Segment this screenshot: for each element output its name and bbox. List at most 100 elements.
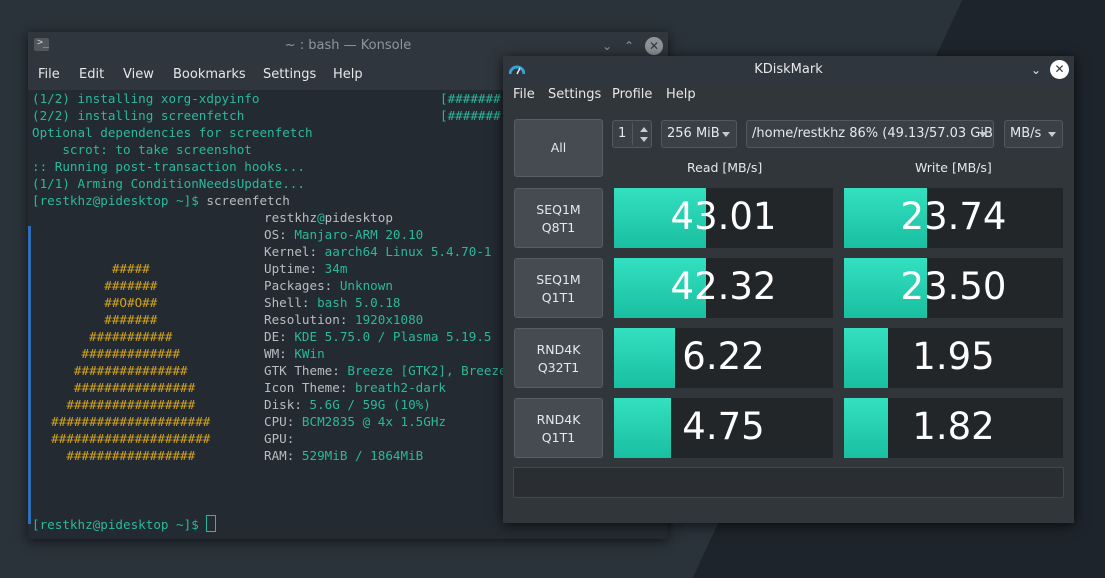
menu-profile[interactable]: Profile <box>612 87 652 102</box>
menu-help[interactable]: Help <box>333 67 363 82</box>
logo-line: ################ <box>36 380 196 395</box>
test-name: RND4K <box>536 412 581 427</box>
info-value: breath2-dark <box>355 380 446 395</box>
all-button[interactable]: All <box>514 119 603 177</box>
terminal-line: (1/2) installing xorg-xdpyinfo <box>32 91 260 106</box>
menu-help[interactable]: Help <box>666 87 696 102</box>
info-key: Disk: <box>264 397 310 412</box>
spin-up-icon[interactable] <box>640 127 648 132</box>
close-icon[interactable]: ✕ <box>1050 60 1069 79</box>
test-button[interactable]: SEQ1M Q1T1 <box>514 258 603 318</box>
info-value: 529MiB / 1864MiB <box>301 448 424 463</box>
runs-spinbox[interactable]: 1 <box>612 120 652 148</box>
status-bar <box>513 467 1064 498</box>
info-value: bash 5.0.18 <box>317 295 401 310</box>
info-line: Uptime: 34m <box>264 260 347 277</box>
kdiskmark-titlebar[interactable]: KDiskMark ⌄ ✕ <box>503 56 1074 84</box>
command: screenfetch <box>206 193 290 208</box>
write-header: Write [MB/s] <box>915 160 992 175</box>
info-key: Kernel: <box>264 244 325 259</box>
close-icon[interactable]: ✕ <box>645 37 663 55</box>
info-key: OS: <box>264 227 295 242</box>
test-button[interactable]: RND4K Q32T1 <box>514 328 603 388</box>
write-speed-value: 1.82 <box>912 405 995 448</box>
kdiskmark-menubar: File Settings Profile Help <box>503 84 1074 108</box>
info-line: Resolution: 1920x1080 <box>264 311 423 328</box>
info-key: Shell: <box>264 295 318 310</box>
menu-view[interactable]: View <box>123 67 154 82</box>
spin-separator <box>632 123 633 145</box>
info-line: Packages: Unknown <box>264 277 393 294</box>
terminal-progress: [####### <box>440 91 501 106</box>
test-name: SEQ1M <box>536 202 581 217</box>
prompt: [restkhz@pidesktop ~]$ <box>32 193 207 208</box>
runs-value: 1 <box>618 126 627 141</box>
read-speed-value: 42.32 <box>670 265 777 308</box>
maximize-icon[interactable]: ⌃ <box>620 37 638 55</box>
read-speed-value: 43.01 <box>670 195 777 238</box>
logo-line: ################# <box>36 448 196 463</box>
info-key: Uptime: <box>264 261 325 276</box>
write-speed-value: 23.50 <box>900 265 1007 308</box>
host-name: pidesktop <box>324 210 393 225</box>
logo-line: ####### <box>36 312 158 327</box>
info-line: Icon Theme: breath2-dark <box>264 379 446 396</box>
test-params: Q1T1 <box>541 430 576 445</box>
unit-value: MB/s <box>1010 126 1042 141</box>
unit-select[interactable]: MB/s <box>1004 120 1063 148</box>
read-result-cell: 4.75 <box>614 398 833 458</box>
info-value: KDE 5.75.0 / Plasma 5.19.5 <box>294 329 492 344</box>
write-result-cell: 23.74 <box>844 188 1063 248</box>
menu-settings[interactable]: Settings <box>263 67 316 82</box>
read-result-cell: 6.22 <box>614 328 833 388</box>
info-value: Manjaro-ARM 20.10 <box>294 227 424 242</box>
user-host: restkhz@pidesktop <box>264 209 393 226</box>
test-button[interactable]: SEQ1M Q8T1 <box>514 188 603 248</box>
terminal-prompt-line: [restkhz@pidesktop ~]$ <box>32 515 217 533</box>
test-name: RND4K <box>536 342 581 357</box>
test-params: Q8T1 <box>541 220 576 235</box>
test-name: SEQ1M <box>536 272 581 287</box>
info-key: RAM: <box>264 448 302 463</box>
test-params: Q32T1 <box>537 360 580 375</box>
menu-bookmarks[interactable]: Bookmarks <box>173 67 246 82</box>
write-result-cell: 1.82 <box>844 398 1063 458</box>
size-value: 256 MiB <box>667 126 720 141</box>
read-speed-value: 4.75 <box>682 405 765 448</box>
cursor <box>206 515 217 532</box>
info-key: GTK Theme: <box>264 363 348 378</box>
menu-edit[interactable]: Edit <box>79 67 104 82</box>
user-name: restkhz <box>264 210 318 225</box>
logo-line: ############# <box>36 346 181 361</box>
size-select[interactable]: 256 MiB <box>661 120 737 148</box>
menu-file[interactable]: File <box>38 67 60 82</box>
spin-down-icon[interactable] <box>640 137 648 142</box>
terminal-line: scrot: to take screenshot <box>32 142 252 157</box>
info-value: 1920x1080 <box>355 312 424 327</box>
write-result-cell: 23.50 <box>844 258 1063 318</box>
info-key: GPU: <box>264 431 302 446</box>
info-value: aarch64 Linux 5.4.70-1 <box>324 244 492 259</box>
minimize-icon[interactable]: ⌄ <box>598 37 616 55</box>
menu-settings[interactable]: Settings <box>548 87 601 102</box>
info-value: Unknown <box>339 278 393 293</box>
path-select[interactable]: /home/restkhz 86% (49.13/57.03 GiB <box>746 120 994 148</box>
chevron-down-icon <box>979 132 987 137</box>
chevron-down-icon <box>722 132 730 137</box>
terminal-line: :: Running post-transaction hooks... <box>32 159 305 174</box>
info-line: CPU: BCM2835 @ 4x 1.5GHz <box>264 413 446 430</box>
logo-line: ########### <box>36 329 173 344</box>
minimize-icon[interactable]: ⌄ <box>1027 61 1045 79</box>
info-key: CPU: <box>264 414 302 429</box>
test-button[interactable]: RND4K Q1T1 <box>514 398 603 458</box>
info-value: BCM2835 @ 4x 1.5GHz <box>301 414 446 429</box>
info-line: GTK Theme: Breeze [GTK2], Breeze <box>264 362 507 379</box>
kdiskmark-window[interactable]: KDiskMark ⌄ ✕ File Settings Profile Help… <box>503 56 1074 523</box>
path-value: /home/restkhz 86% (49.13/57.03 GiB <box>752 126 993 141</box>
terminal-prompt-line: [restkhz@pidesktop ~]$ screenfetch <box>32 192 290 209</box>
read-header: Read [MB/s] <box>687 160 763 175</box>
info-value: Breeze [GTK2], Breeze <box>347 363 507 378</box>
at-sign: @ <box>317 210 325 225</box>
menu-file[interactable]: File <box>513 87 535 102</box>
info-line: RAM: 529MiB / 1864MiB <box>264 447 423 464</box>
